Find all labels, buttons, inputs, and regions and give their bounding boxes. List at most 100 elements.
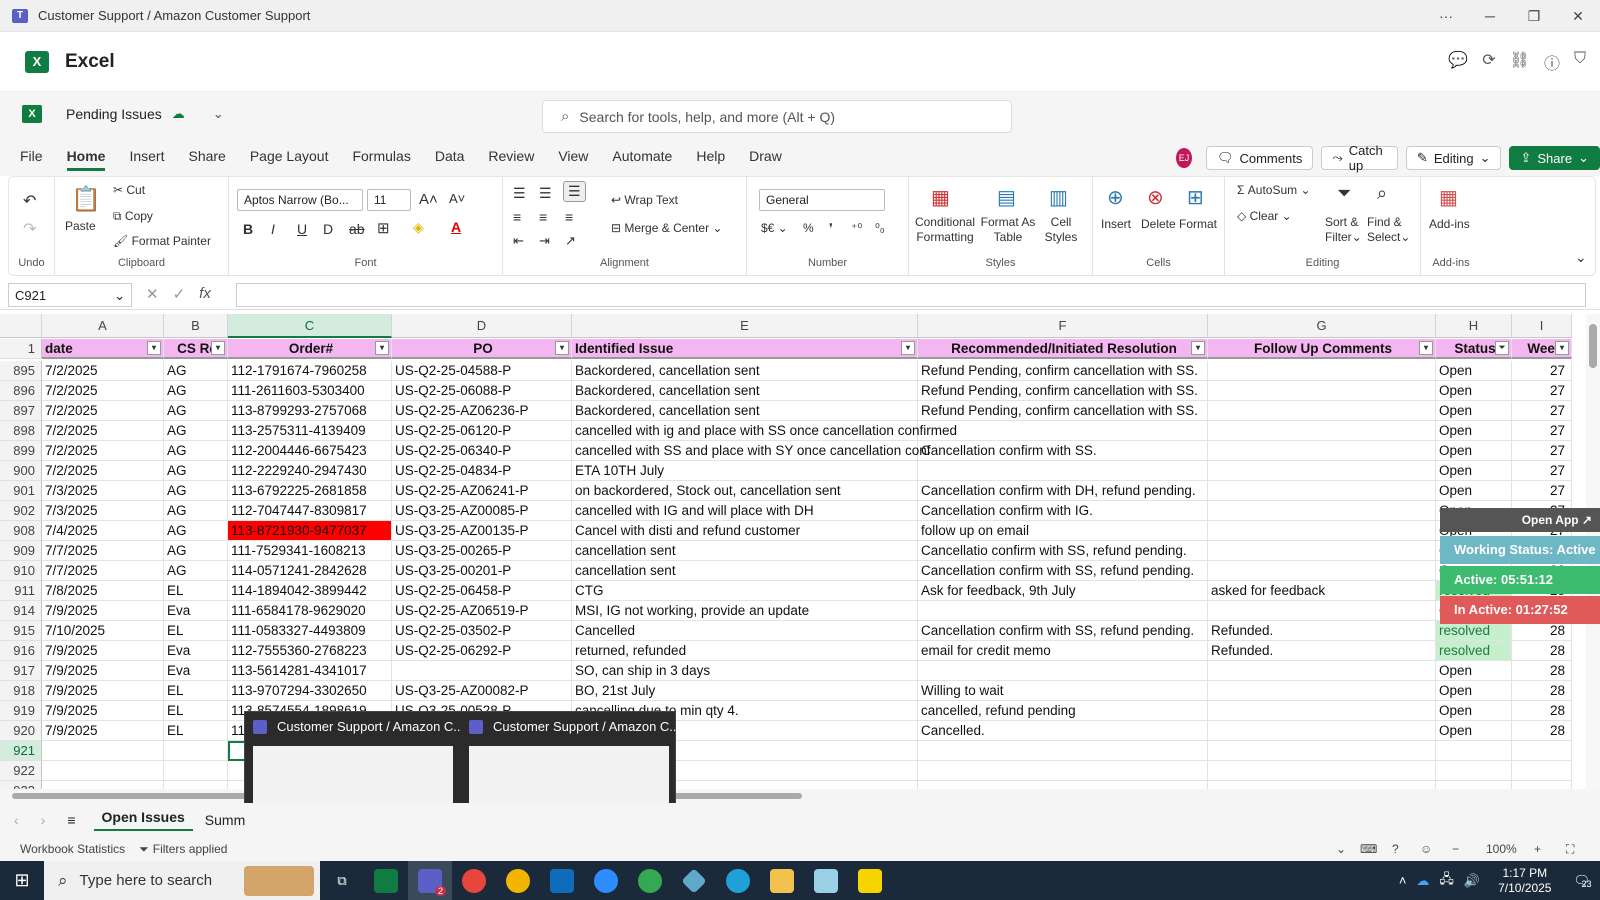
cell-week[interactable]: 28 xyxy=(1512,681,1572,701)
paste-icon[interactable]: 📋 xyxy=(71,185,101,214)
cell-week[interactable]: 27 xyxy=(1512,441,1572,461)
cell-cs-rep[interactable]: Eva xyxy=(164,661,228,681)
chat-icon[interactable]: 💬 xyxy=(1448,50,1468,74)
cell-status[interactable]: Open xyxy=(1436,461,1512,481)
taskbar-sticky-notes[interactable] xyxy=(848,861,892,900)
cell-date[interactable]: 7/9/2025 xyxy=(42,681,164,701)
cell-date[interactable]: 7/3/2025 xyxy=(42,481,164,501)
tab-formulas[interactable]: Formulas xyxy=(352,148,410,164)
cell-resolution[interactable]: Cancellatio confirm with SS, refund pend… xyxy=(918,541,1208,561)
cell-resolution[interactable]: Cancelled. xyxy=(918,721,1208,741)
cell-week[interactable]: 27 xyxy=(1512,421,1572,441)
cell-follow-up[interactable]: Refunded. xyxy=(1208,641,1436,661)
link-icon[interactable]: ⛓ xyxy=(1510,50,1530,74)
align-top-icon[interactable]: ☰ xyxy=(513,185,526,202)
cell-date[interactable]: 7/2/2025 xyxy=(42,401,164,421)
cell-styles-button[interactable]: Cell Styles xyxy=(1039,215,1083,245)
cell-follow-up[interactable] xyxy=(1208,601,1436,621)
borders-icon[interactable]: ⊞ xyxy=(377,219,390,237)
help-icon[interactable]: ? xyxy=(1392,842,1399,856)
row-header[interactable]: 896 xyxy=(0,381,42,401)
redo-icon[interactable]: ↷ xyxy=(23,219,36,239)
cell-date[interactable]: 7/9/2025 xyxy=(42,661,164,681)
bold-icon[interactable]: B xyxy=(243,221,253,237)
cell-po[interactable]: US-Q2-25-06120-P xyxy=(392,421,572,441)
cell-week[interactable] xyxy=(1512,761,1572,781)
row-header[interactable]: 897 xyxy=(0,401,42,421)
cell-cs-rep[interactable]: AG xyxy=(164,421,228,441)
taskbar-search[interactable]: ⌕ Type here to search xyxy=(44,861,320,900)
find-select-button[interactable]: Find & Select⌄ xyxy=(1367,215,1410,245)
format-cells-button[interactable]: Format xyxy=(1179,217,1217,231)
cell-order[interactable]: 112-2004446-6675423 xyxy=(228,441,392,461)
cell-issue[interactable]: MSI, IG not working, provide an update xyxy=(572,601,918,621)
undo-icon[interactable]: ↶ xyxy=(23,191,36,211)
cell-date[interactable]: 7/2/2025 xyxy=(42,421,164,441)
prev-sheet-icon[interactable]: ‹ xyxy=(14,812,19,828)
row-header[interactable]: 917 xyxy=(0,661,42,681)
share-button[interactable]: ⇪ Share ⌄ xyxy=(1509,146,1600,170)
cell-cs-rep[interactable]: EL xyxy=(164,701,228,721)
column-header-d[interactable]: D xyxy=(392,314,572,338)
cell-resolution[interactable] xyxy=(918,741,1208,761)
cell-order[interactable]: 113-9707294-3302650 xyxy=(228,681,392,701)
cell-date[interactable]: 7/2/2025 xyxy=(42,381,164,401)
find-select-icon[interactable]: ⌕ xyxy=(1377,183,1387,204)
row-header[interactable]: 920 xyxy=(0,721,42,741)
cell-order[interactable]: 113-8799293-2757068 xyxy=(228,401,392,421)
cell-po[interactable]: US-Q2-25-04588-P xyxy=(392,361,572,381)
cell-cs-rep[interactable]: AG xyxy=(164,481,228,501)
row-header[interactable]: 1 xyxy=(0,339,42,359)
spreadsheet-grid[interactable]: A B C D E F G H I 1 date ▾ CS Re ▾ Order# ▾ PO ▾ Identifie… xyxy=(0,314,1590,789)
task-view-button[interactable]: ⧉ xyxy=(320,861,364,900)
insert-cells-icon[interactable]: ⊕ xyxy=(1107,185,1124,210)
column-header-b[interactable]: B xyxy=(164,314,228,338)
table-header-follow-up[interactable]: Follow Up Comments ▾ xyxy=(1208,339,1436,359)
insert-cells-button[interactable]: Insert xyxy=(1101,217,1131,231)
chevron-down-icon[interactable]: ⌄ xyxy=(1336,842,1346,856)
zoom-out-icon[interactable]: − xyxy=(1452,842,1459,856)
taskbar-chrome-2[interactable] xyxy=(496,861,540,900)
cell-issue[interactable]: on backordered, Stock out, cancellation … xyxy=(572,481,918,501)
number-format-select[interactable]: General xyxy=(759,189,885,211)
conditional-formatting-icon[interactable]: ▦ xyxy=(931,185,950,210)
cell-po[interactable] xyxy=(392,661,572,681)
cell-order[interactable]: 114-0571241-2842628 xyxy=(228,561,392,581)
row-header[interactable]: 923 xyxy=(0,781,42,789)
sheet-tab-summary[interactable]: Summ xyxy=(205,812,245,828)
cell-issue[interactable]: BO, 21st July xyxy=(572,681,918,701)
cell-po[interactable]: US-Q2-25-06458-P xyxy=(392,581,572,601)
filter-dropdown-icon[interactable]: ▾ xyxy=(375,341,389,355)
taskbar-notepad[interactable] xyxy=(804,861,848,900)
name-box[interactable]: C921 ⌄ xyxy=(8,283,132,307)
cell-issue[interactable]: Backordered, cancellation sent xyxy=(572,401,918,421)
autosum-button[interactable]: Σ AutoSum ⌄ xyxy=(1237,183,1311,197)
column-header-i[interactable]: I xyxy=(1512,314,1572,338)
format-as-table-button[interactable]: Format As Table xyxy=(979,215,1037,245)
increase-font-icon[interactable]: A˄ xyxy=(419,191,438,208)
double-underline-icon[interactable]: D xyxy=(323,221,333,237)
volume-icon[interactable]: 🔊 xyxy=(1464,873,1480,889)
cell-date[interactable] xyxy=(42,741,164,761)
cell-follow-up[interactable]: Refunded. xyxy=(1208,621,1436,641)
cell-po[interactable]: US-Q2-25-06088-P xyxy=(392,381,572,401)
open-app-button[interactable]: Open App ↗ xyxy=(1440,508,1600,532)
cell-date[interactable]: 7/7/2025 xyxy=(42,541,164,561)
cell-follow-up[interactable] xyxy=(1208,381,1436,401)
avatar[interactable]: EJ xyxy=(1176,148,1192,168)
table-header-week[interactable]: Weel ▾ xyxy=(1512,339,1572,359)
cell-resolution[interactable] xyxy=(918,781,1208,789)
chevron-down-icon[interactable]: ⌄ xyxy=(213,106,224,122)
percent-icon[interactable]: % xyxy=(803,221,814,235)
row-header[interactable]: 916 xyxy=(0,641,42,661)
cell-order[interactable]: 111-2611603-5303400 xyxy=(228,381,392,401)
filter-dropdown-icon[interactable]: ▾ xyxy=(555,341,569,355)
cell-po[interactable]: US-Q2-25-AZ06519-P xyxy=(392,601,572,621)
italic-icon[interactable]: I xyxy=(271,221,275,237)
format-painter-button[interactable]: 🖌 Format Painter xyxy=(113,234,211,248)
cell-resolution[interactable]: Cancellation confirm with SS, refund pen… xyxy=(918,561,1208,581)
cell-status[interactable]: Open xyxy=(1436,401,1512,421)
align-bottom-icon[interactable]: ☰ xyxy=(563,181,586,202)
cell-follow-up[interactable] xyxy=(1208,421,1436,441)
addins-icon[interactable]: ▦ xyxy=(1439,185,1458,210)
